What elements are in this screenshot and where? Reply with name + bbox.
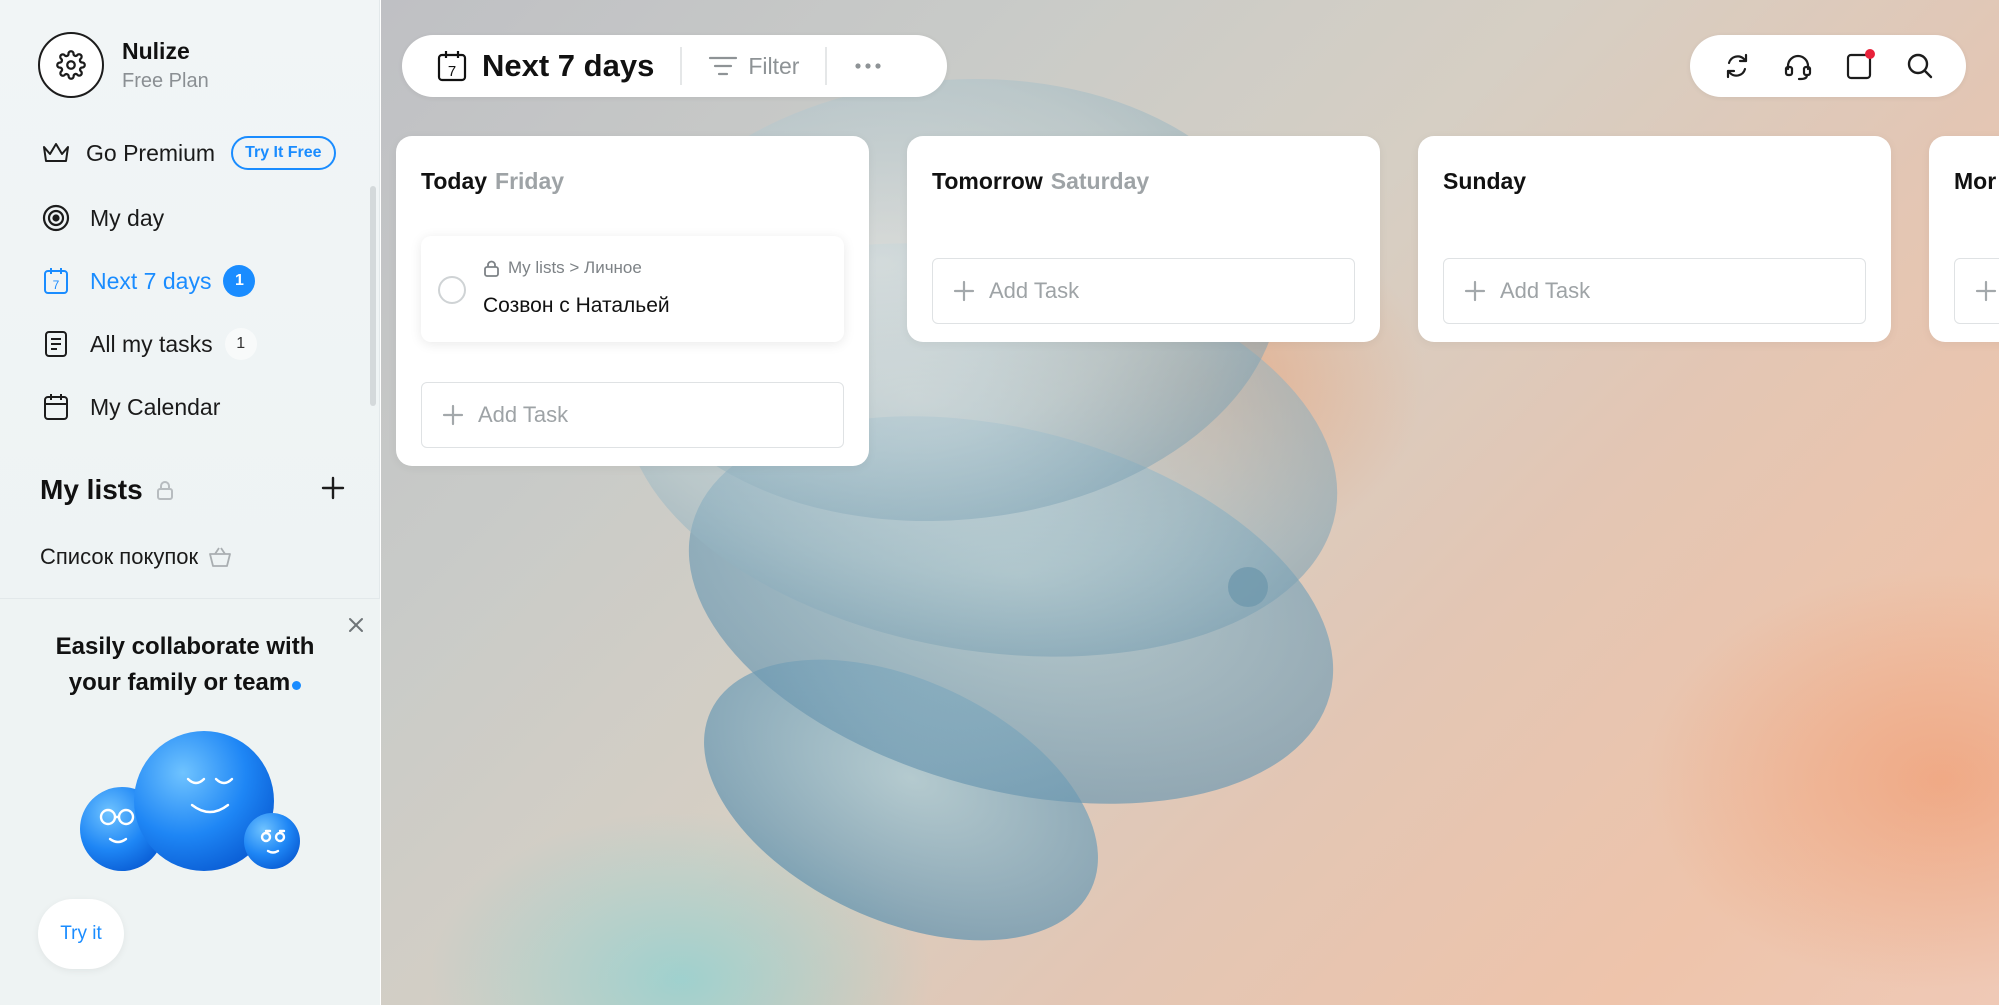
search-icon [1907, 53, 1932, 79]
count-badge: 1 [223, 265, 256, 297]
search-button[interactable] [1900, 46, 1940, 86]
try-it-button[interactable]: Try it [38, 899, 124, 969]
svg-text:7: 7 [53, 278, 60, 292]
add-task-label: Add Task [989, 278, 1080, 303]
page-title: Next 7 days [482, 48, 655, 83]
lock-icon [483, 259, 500, 278]
add-task-button[interactable]: Add Task [1443, 258, 1866, 324]
sidebar-item-label: My day [90, 204, 165, 231]
sidebar-item-label: Go Premium [86, 139, 216, 166]
sync-button[interactable] [1717, 46, 1757, 86]
calendar-icon [40, 391, 72, 423]
add-task-label: Add Task [1500, 278, 1591, 303]
calendar-7-icon: 7 [436, 49, 468, 83]
day-name: Sunday [1443, 168, 1527, 194]
basket-icon [208, 546, 232, 568]
task-title: Созвон с Натальей [483, 294, 670, 317]
sidebar-item-my-calendar[interactable]: My Calendar [40, 387, 220, 427]
day-weekday: Saturday [1050, 168, 1150, 194]
filter-button[interactable]: Filter [708, 53, 799, 80]
filter-label: Filter [748, 52, 800, 79]
notification-dot [1864, 49, 1875, 59]
day-column-tomorrow: Tomorrow Saturday Add Task [907, 136, 1380, 342]
task-card[interactable]: My lists > Личное Созвон с Натальей [421, 236, 844, 342]
my-lists-title: My lists [40, 474, 143, 505]
sidebar: Nulize Free Plan Go Premium Try It Free … [0, 0, 380, 1005]
divider [825, 47, 828, 85]
profile[interactable]: Nulize Free Plan [38, 32, 209, 98]
calendar-7-icon: 7 [40, 265, 72, 297]
day-header: Mor [1954, 168, 1996, 195]
day-header: Sunday [1443, 168, 1526, 195]
top-actions [1690, 35, 1966, 97]
sidebar-item-my-day[interactable]: My day [40, 198, 164, 238]
day-name: Mor [1954, 168, 1997, 194]
plus-icon [953, 280, 975, 302]
task-checkbox[interactable] [438, 276, 466, 304]
svg-text:7: 7 [448, 63, 456, 80]
add-task-button[interactable]: Add Task [932, 258, 1355, 324]
more-options-button[interactable] [853, 61, 883, 71]
sidebar-item-next-7-days[interactable]: 7 Next 7 days 1 [40, 261, 256, 301]
add-task-button[interactable] [1954, 258, 1999, 324]
add-task-button[interactable]: Add Task [421, 382, 844, 448]
day-column-today: Today Friday My lists > Личное Созвон с Н… [396, 136, 869, 466]
filter-icon [708, 55, 738, 77]
team-illustration [70, 727, 310, 882]
plus-icon [442, 404, 464, 426]
target-icon [40, 202, 72, 234]
promo-title: Easily collaborate with your family or t… [55, 633, 315, 696]
sidebar-item-go-premium[interactable]: Go Premium Try It Free [40, 133, 336, 173]
day-weekday: Friday [495, 168, 565, 194]
gear-icon[interactable] [38, 32, 104, 98]
list-item[interactable]: Список покупок [40, 544, 232, 570]
task-path: My lists > Личное [483, 258, 642, 278]
day-column-monday: Mor [1929, 136, 1999, 342]
sidebar-item-label: My Calendar [90, 393, 221, 420]
crown-icon [40, 137, 72, 169]
notifications-button[interactable] [1839, 46, 1879, 86]
more-icon [855, 63, 882, 69]
my-lists-header: My lists [40, 474, 346, 506]
plus-icon [1464, 280, 1486, 302]
collaborate-promo: Easily collaborate with your family or t… [0, 598, 380, 1005]
try-it-free-button[interactable]: Try It Free [231, 136, 336, 170]
sync-icon [1726, 53, 1747, 79]
list-item-label: Список покупок [40, 544, 199, 569]
add-task-label: Add Task [478, 402, 569, 427]
list-icon [40, 328, 72, 360]
main-area: 7 Next 7 days Filter Today Friday My lis… [381, 0, 1999, 1005]
lock-icon [155, 479, 175, 501]
day-name: Today [421, 168, 488, 194]
support-button[interactable] [1778, 46, 1818, 86]
headset-icon [1784, 54, 1811, 81]
profile-plan: Free Plan [122, 69, 209, 92]
profile-name: Nulize [122, 37, 190, 64]
sidebar-scrollbar[interactable] [370, 186, 376, 406]
sidebar-item-label: All my tasks [90, 330, 213, 357]
sidebar-item-all-my-tasks[interactable]: All my tasks 1 [40, 324, 257, 364]
day-header: Today Friday [421, 168, 564, 195]
divider [680, 47, 683, 85]
count-badge: 1 [224, 328, 257, 360]
sidebar-item-label: Next 7 days [90, 267, 212, 294]
day-name: Tomorrow [932, 168, 1043, 194]
view-toolbar: 7 Next 7 days Filter [402, 35, 947, 97]
plus-icon [1975, 280, 1997, 302]
day-header: Tomorrow Saturday [932, 168, 1149, 195]
add-list-button[interactable] [320, 475, 346, 506]
day-column-sunday: Sunday Add Task [1418, 136, 1891, 342]
